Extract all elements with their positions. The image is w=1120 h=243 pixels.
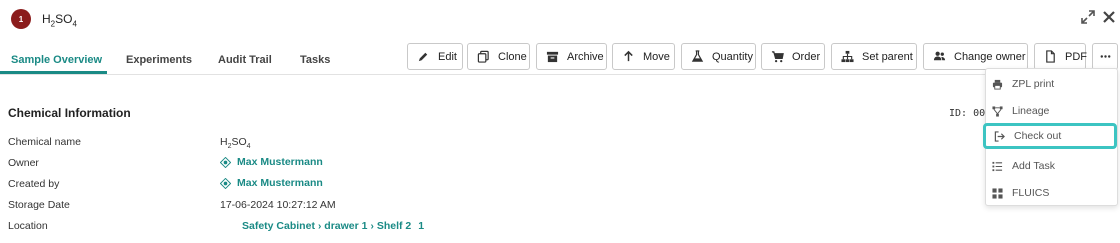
cart-icon bbox=[771, 51, 784, 63]
move-button[interactable]: Move bbox=[612, 43, 675, 70]
location-part-link[interactable]: Shelf 2 bbox=[377, 220, 411, 232]
clone-button[interactable]: Clone bbox=[467, 43, 530, 70]
users-icon bbox=[933, 51, 946, 61]
detail-header: 1 H2SO4 bbox=[0, 0, 1120, 40]
copy-icon bbox=[477, 50, 489, 63]
location-part-link[interactable]: Safety Cabinet bbox=[242, 220, 315, 232]
sample-badge: 1 bbox=[11, 9, 31, 29]
menu-item-lineage[interactable]: Lineage bbox=[986, 98, 1119, 124]
ellipsis-icon bbox=[1100, 55, 1110, 58]
menu-item-label: FLUICS bbox=[1012, 187, 1050, 199]
archive-button[interactable]: Archive bbox=[536, 43, 607, 70]
owner-value[interactable]: Max Mustermann bbox=[220, 156, 323, 168]
location-label: Location bbox=[8, 220, 48, 232]
archive-button-label: Archive bbox=[567, 50, 604, 63]
tab-bar: Sample Overview Experiments Audit Trail … bbox=[0, 44, 400, 74]
hierarchy-icon bbox=[841, 50, 854, 63]
chevron-right-icon: › bbox=[317, 220, 322, 232]
grid-icon bbox=[992, 187, 1003, 199]
quantity-button-label: Quantity bbox=[712, 50, 753, 63]
menu-item-label: Check out bbox=[1014, 130, 1062, 142]
section-title: Chemical Information bbox=[8, 106, 131, 120]
edit-button[interactable]: Edit bbox=[407, 43, 463, 70]
owner-label: Owner bbox=[8, 157, 39, 169]
menu-item-label: Lineage bbox=[1012, 105, 1050, 117]
menu-item-fluics[interactable]: FLUICS bbox=[986, 180, 1119, 206]
more-actions-menu: ZPL print Lineage Check out Add Task FLU… bbox=[983, 68, 1119, 206]
order-button-label: Order bbox=[792, 50, 821, 63]
created-by-label: Created by bbox=[8, 178, 60, 190]
pdf-button-label: PDF bbox=[1065, 50, 1087, 63]
flask-icon bbox=[691, 50, 704, 62]
clone-button-label: Clone bbox=[498, 50, 527, 63]
printer-icon bbox=[992, 79, 1003, 90]
quantity-button[interactable]: Quantity bbox=[681, 43, 756, 70]
arrow-up-icon bbox=[624, 50, 633, 62]
sample-title: H2SO4 bbox=[42, 12, 77, 29]
file-icon bbox=[1046, 50, 1055, 63]
lineage-icon bbox=[992, 105, 1003, 117]
tab-tasks[interactable]: Tasks bbox=[300, 54, 330, 66]
set-parent-button-label: Set parent bbox=[862, 50, 913, 63]
chemical-name-value: H2SO4 bbox=[220, 136, 251, 151]
order-button[interactable]: Order bbox=[761, 43, 825, 70]
close-icon[interactable] bbox=[1101, 9, 1117, 25]
edit-button-label: Edit bbox=[438, 50, 457, 63]
archive-icon bbox=[546, 51, 559, 63]
more-actions-button[interactable] bbox=[1092, 43, 1118, 70]
menu-item-label: Add Task bbox=[1012, 160, 1055, 172]
user-network-icon bbox=[220, 156, 231, 168]
pdf-button[interactable]: PDF bbox=[1034, 43, 1087, 70]
tab-sample-overview[interactable]: Sample Overview bbox=[11, 54, 102, 66]
location-part-link[interactable]: drawer 1 bbox=[324, 220, 367, 232]
tab-audit-trail[interactable]: Audit Trail bbox=[218, 54, 272, 66]
checkout-icon bbox=[994, 130, 1005, 142]
pencil-icon bbox=[418, 52, 428, 62]
change-owner-button[interactable]: Change owner bbox=[923, 43, 1028, 70]
user-network-icon bbox=[220, 177, 231, 189]
menu-item-add-task[interactable]: Add Task bbox=[986, 153, 1119, 179]
menu-item-zpl-print[interactable]: ZPL print bbox=[986, 71, 1119, 97]
owner-link[interactable]: Max Mustermann bbox=[237, 156, 323, 168]
set-parent-button[interactable]: Set parent bbox=[831, 43, 917, 70]
sample-id-label: ID: 00 bbox=[949, 108, 986, 119]
change-owner-button-label: Change owner bbox=[954, 50, 1026, 63]
location-breadcrumb: Safety Cabinet › drawer 1 › Shelf 2 1 bbox=[242, 220, 424, 232]
tabs-divider bbox=[0, 74, 985, 75]
move-button-label: Move bbox=[643, 50, 670, 63]
created-by-value[interactable]: Max Mustermann bbox=[220, 177, 323, 189]
list-icon bbox=[992, 161, 1003, 171]
storage-date-value: 17-06-2024 10:27:12 AM bbox=[220, 199, 336, 211]
chemical-name-label: Chemical name bbox=[8, 136, 81, 148]
menu-item-check-out[interactable]: Check out bbox=[983, 123, 1117, 149]
created-by-link[interactable]: Max Mustermann bbox=[237, 177, 323, 189]
chevron-right-icon: › bbox=[370, 220, 374, 232]
location-part-link[interactable]: 1 bbox=[418, 220, 424, 232]
expand-icon[interactable] bbox=[1080, 9, 1096, 25]
menu-item-label: ZPL print bbox=[1012, 78, 1055, 90]
storage-date-label: Storage Date bbox=[8, 199, 70, 211]
tab-experiments[interactable]: Experiments bbox=[126, 54, 192, 66]
